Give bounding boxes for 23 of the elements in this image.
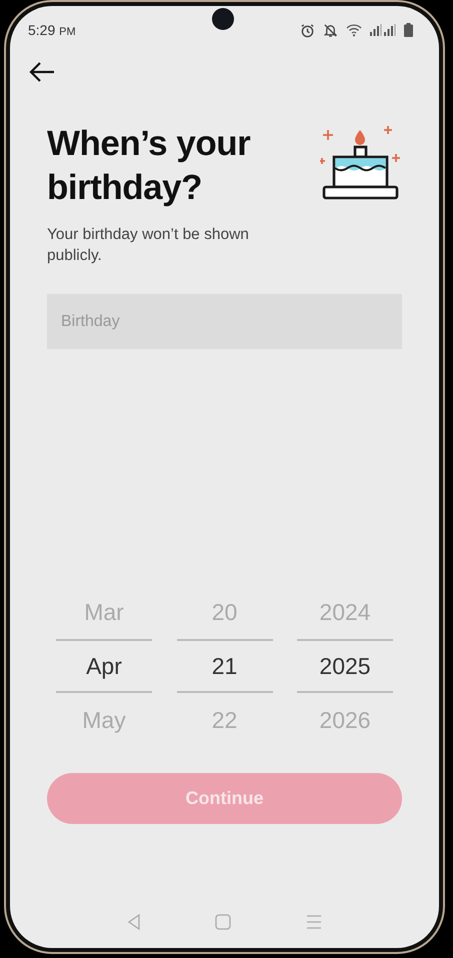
subtitle-text: Your birthday won’t be shown publicly.: [47, 225, 250, 266]
picker-item[interactable]: 21: [176, 639, 272, 693]
battery-icon: [404, 23, 413, 37]
picker-item[interactable]: Apr: [56, 639, 152, 693]
back-nav-icon[interactable]: [127, 914, 142, 930]
page-title: When’s your birthday?: [47, 123, 252, 209]
picker-item[interactable]: Mar: [56, 585, 152, 639]
picker-item[interactable]: 2025: [297, 639, 393, 693]
recent-apps-icon[interactable]: [306, 915, 322, 929]
status-time: 5:29 PM: [28, 22, 76, 38]
muted-bell-icon: [323, 22, 338, 38]
alarm-icon: [300, 22, 315, 38]
birthday-field[interactable]: Birthday: [47, 294, 402, 349]
picker-item[interactable]: May: [56, 693, 152, 747]
home-nav-icon[interactable]: [215, 914, 232, 930]
picker-item[interactable]: 22: [176, 693, 272, 747]
picker-item[interactable]: 2026: [297, 693, 393, 747]
front-camera-icon: [212, 8, 234, 30]
picker-item[interactable]: 2024: [297, 585, 393, 639]
picker-item[interactable]: 20: [176, 585, 272, 639]
back-arrow-icon[interactable]: [29, 62, 55, 82]
signal-icon: [370, 24, 396, 36]
wifi-icon: [346, 23, 362, 37]
